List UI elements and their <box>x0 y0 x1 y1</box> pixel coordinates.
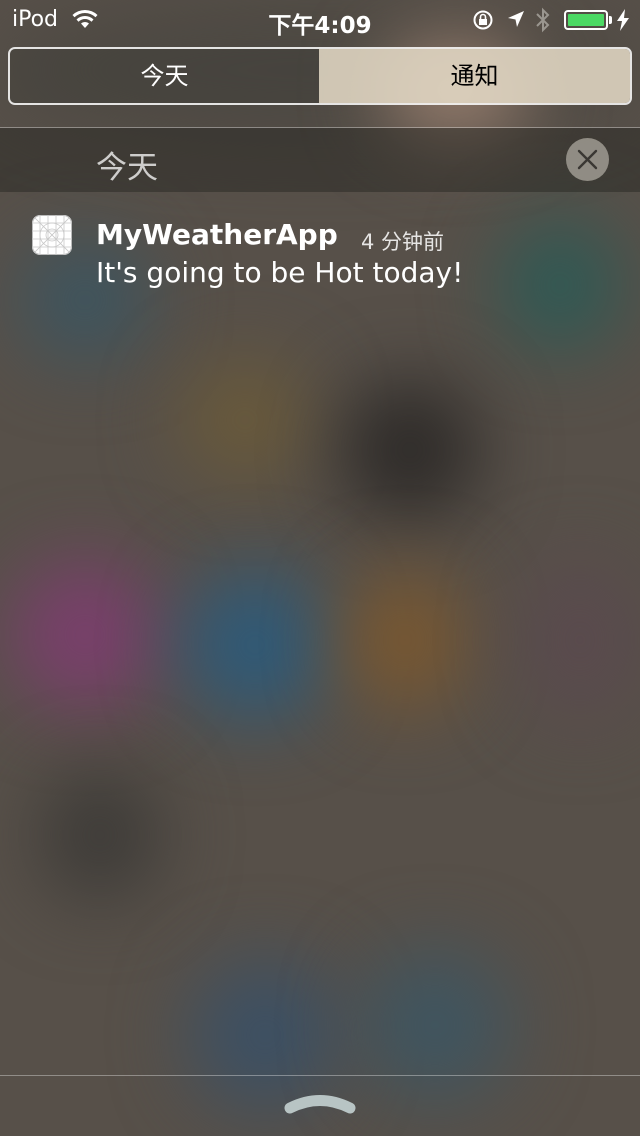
orientation-lock-icon <box>472 9 494 35</box>
status-bar: iPod 下午4:09 <box>0 0 640 40</box>
bluetooth-icon <box>534 6 552 38</box>
battery-level <box>568 14 604 26</box>
notification-timestamp: 4 分钟前 <box>361 230 445 254</box>
bottom-divider <box>0 1075 640 1076</box>
tab-today[interactable]: 今天 <box>10 49 319 103</box>
charging-bolt-icon <box>616 9 630 35</box>
chevron-up-icon[interactable] <box>284 1091 356 1119</box>
tab-notifications[interactable]: 通知 <box>319 49 630 103</box>
battery-icon <box>564 10 608 30</box>
location-arrow-icon <box>506 9 526 33</box>
app-placeholder-icon <box>32 215 72 255</box>
view-segmented-control: 今天 通知 <box>8 47 632 105</box>
notification-app-name[interactable]: MyWeatherApp <box>96 218 338 251</box>
clear-notifications-button[interactable] <box>566 138 609 181</box>
section-header: 今天 <box>0 128 640 192</box>
close-icon <box>577 149 598 170</box>
battery-tip <box>609 16 612 24</box>
notification-message[interactable]: It's going to be Hot today! <box>96 256 463 289</box>
section-title: 今天 <box>96 150 158 186</box>
